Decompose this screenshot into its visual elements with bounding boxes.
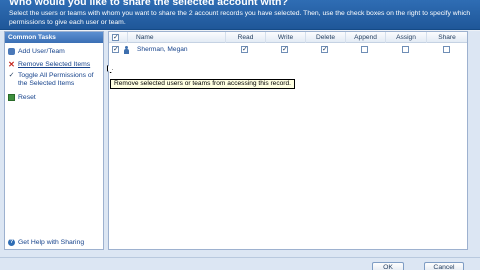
column-header-read[interactable]: Read [225,32,265,43]
select-all-checkbox[interactable]: ✓ [112,34,119,41]
remove-selected-items-task[interactable]: ✕ Remove Selected Items [8,59,104,69]
reset-task[interactable]: Reset [8,92,104,102]
append-permission-checkbox[interactable] [361,46,368,53]
row-user-name: Sherman, Megan [137,46,188,53]
share-permission-checkbox[interactable] [443,46,450,53]
get-help-with-sharing-link[interactable]: ? Get Help with Sharing [8,237,104,247]
row-select-checkbox[interactable]: ✓ [112,46,119,53]
dialog-title: Who would you like to share the selected… [9,0,288,8]
column-header-name[interactable]: Name [127,32,225,43]
cancel-button[interactable]: Cancel [424,262,464,270]
ok-button[interactable]: OK [372,262,404,270]
user-icon [123,46,130,54]
assign-permission-checkbox[interactable] [402,46,409,53]
remove-x-icon: ✕ [8,59,15,69]
help-icon: ? [8,238,15,246]
table-row[interactable]: ✓ Sherman, Megan ✓ ✓ ✓ [109,44,467,56]
reset-label: Reset [18,93,36,101]
check-icon: ✓ [8,72,15,79]
read-permission-checkbox[interactable]: ✓ [241,46,248,53]
toggle-all-permissions-task[interactable]: ✓ Toggle All Permissions of the Selected… [8,72,104,90]
dialog-footer [0,257,480,270]
common-tasks-header: Common Tasks [5,32,103,43]
remove-selected-items-label: Remove Selected Items [18,60,91,68]
remove-items-tooltip: Remove selected users or teams from acce… [110,79,296,89]
grid-header-row: ✓ Name Read Write Delete Append Assign S… [109,32,467,43]
write-permission-checkbox[interactable]: ✓ [281,46,288,53]
dialog-header: Who would you like to share the selected… [0,0,480,30]
delete-permission-checkbox[interactable]: ✓ [321,46,328,53]
get-help-label: Get Help with Sharing [18,238,85,246]
reset-icon [8,93,15,101]
toggle-all-permissions-label: Toggle All Permissions of the Selected I… [18,72,94,87]
permissions-grid: ✓ Name Read Write Delete Append Assign S… [108,31,468,250]
column-header-delete[interactable]: Delete [305,32,345,43]
column-header-assign[interactable]: Assign [385,32,426,43]
column-header-share[interactable]: Share [426,32,467,43]
add-user-team-task[interactable]: Add User/Team [8,46,104,56]
common-tasks-panel: Common Tasks Add User/Team ✕ Remove Sele… [4,31,104,250]
column-header-append[interactable]: Append [345,32,385,43]
column-header-write[interactable]: Write [265,32,305,43]
add-user-icon [8,47,15,55]
add-user-team-label: Add User/Team [18,47,65,55]
dialog-description: Select the users or teams with whom you … [9,10,471,26]
